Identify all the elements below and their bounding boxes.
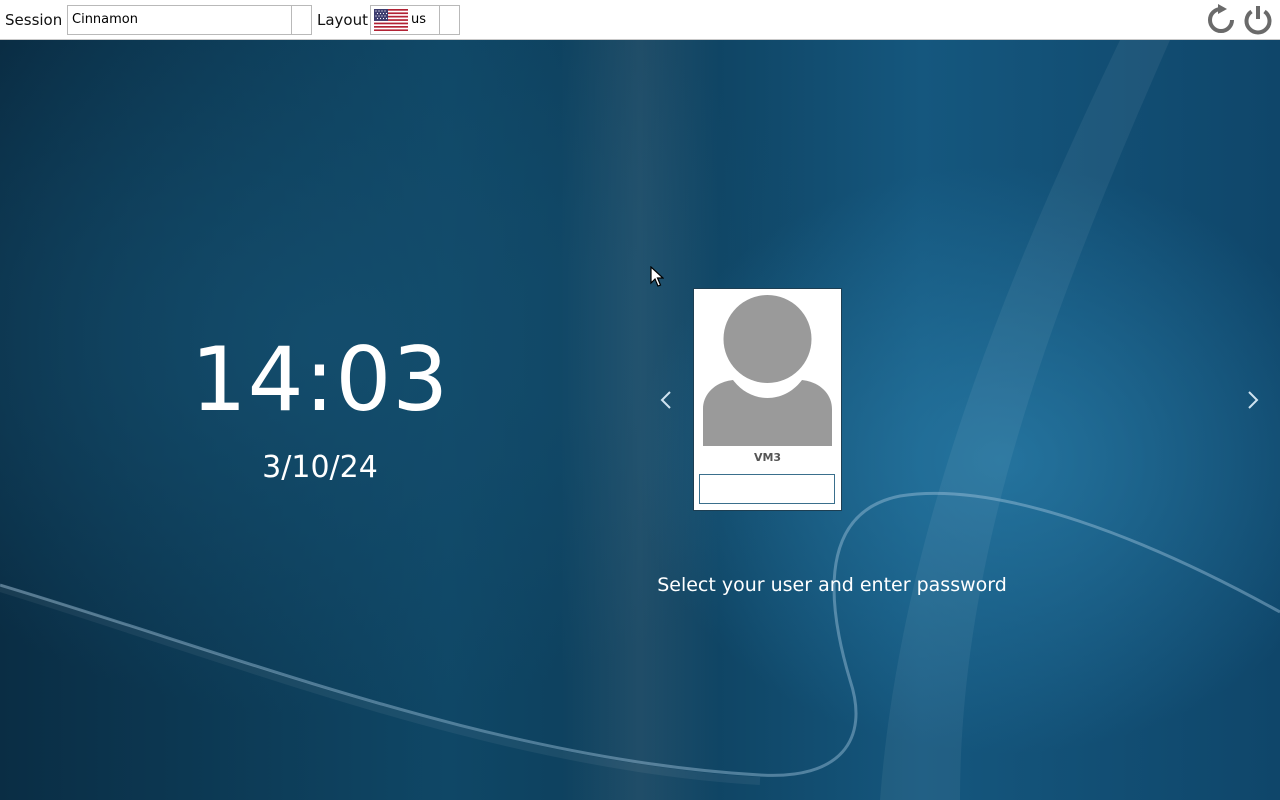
user-card[interactable]: VM3 (693, 288, 842, 511)
session-label: Session (5, 11, 63, 29)
layout-dropdown-button[interactable] (439, 6, 459, 34)
session-dropdown-button[interactable] (291, 6, 311, 34)
restart-icon[interactable] (1205, 4, 1237, 36)
clock-date: 3/10/24 (262, 450, 378, 485)
chevron-right-icon[interactable] (1243, 386, 1263, 414)
us-flag-icon (374, 9, 408, 31)
user-avatar-icon (703, 295, 832, 446)
mouse-cursor-icon (650, 266, 664, 287)
layout-select-value: us (411, 12, 427, 27)
user-name: VM3 (753, 451, 782, 464)
login-prompt: Select your user and enter password (657, 574, 1007, 596)
session-select-value: Cinnamon (72, 12, 138, 27)
power-icon[interactable] (1242, 4, 1274, 36)
session-select[interactable]: Cinnamon (67, 5, 312, 35)
chevron-left-icon[interactable] (656, 386, 676, 414)
clock-time: 14:03 (190, 328, 450, 431)
top-bar: Session Cinnamon Layout us (0, 0, 1280, 40)
password-input[interactable] (699, 474, 835, 504)
layout-label: Layout (317, 11, 368, 29)
layout-select[interactable]: us (370, 5, 460, 35)
